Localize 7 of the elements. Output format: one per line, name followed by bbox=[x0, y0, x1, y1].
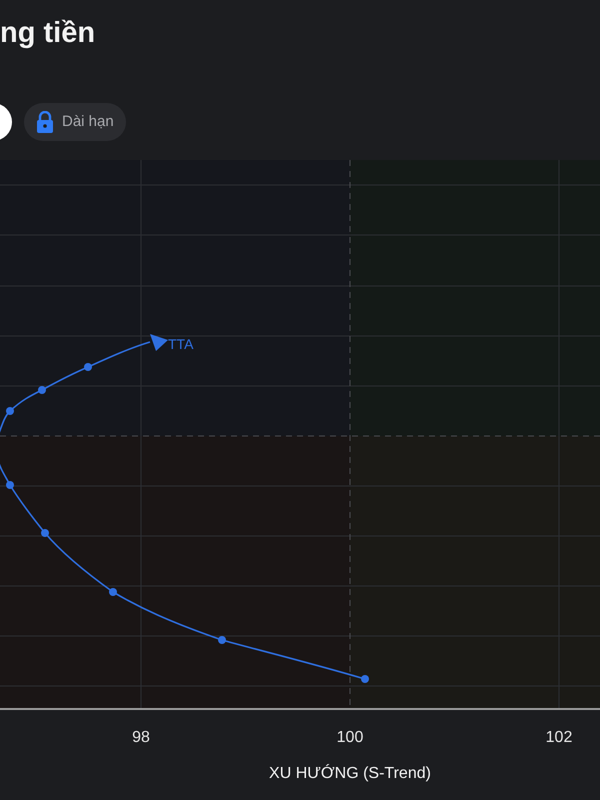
series-label: TTA bbox=[168, 336, 194, 352]
tick-label: 102 bbox=[546, 728, 572, 748]
axis-title: XU HƯỚNG (S-Trend) bbox=[269, 763, 431, 784]
tick-label: 98 bbox=[132, 728, 150, 748]
filter-chip[interactable]: Dài hạn bbox=[24, 103, 126, 141]
tick-label: 100 bbox=[336, 728, 364, 748]
page-title: ng tiền bbox=[0, 16, 96, 51]
